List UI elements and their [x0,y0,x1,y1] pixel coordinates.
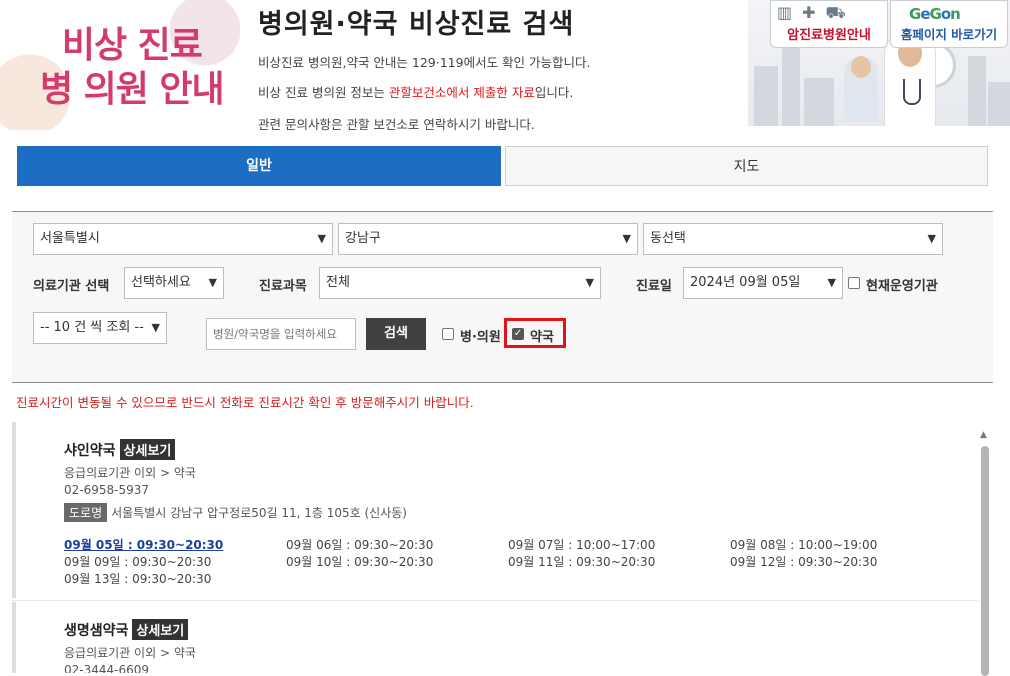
chevron-down-icon: ▼ [208,276,217,289]
page-size-value: -- 10 건 씩 조회 -- [40,320,144,335]
institution-select[interactable]: 선택하세요 ▼ [124,267,224,299]
list-item: 샤인약국 상세보기 응급의료기관 이외 > 약국 02-6958-5937 도로명… [12,422,982,598]
results-scrollbar[interactable]: ▲ [978,430,992,676]
detail-button[interactable]: 상세보기 [132,619,189,640]
doctor-illustration [844,56,878,122]
info-line-2: 비상 진료 병의원 정보는 관할보건소에서 제출한 자료입니다. [258,82,573,101]
scroll-up-icon[interactable]: ▲ [980,430,987,440]
chevron-down-icon: ▼ [317,232,326,245]
logo-line-1: 비상 진료 [61,25,203,66]
tab-general[interactable]: 일반 [17,146,501,186]
stethoscope-icon [903,79,921,105]
info-line-2-pre: 비상 진료 병의원 정보는 [258,85,389,100]
detail-button[interactable]: 상세보기 [119,439,176,460]
list-item: 생명샘약국 상세보기 응급의료기관 이외 > 약국 02-3444-6609 [12,602,982,673]
chevron-down-icon: ▼ [827,276,836,289]
hospital-checkbox[interactable] [442,328,454,340]
page-title: 병의원·약국 비상진료 검색 [258,9,575,40]
hospital-checkbox-label: 병·의원 [460,330,501,345]
date-select[interactable]: 2024년 09월 05일 ▼ [683,267,843,299]
pharmacy-name-text: 생명샘약국 [64,623,129,639]
date-select-value: 2024년 09월 05일 [690,275,801,290]
institution-label: 의료기관 선택 [33,279,110,294]
address-text: 서울특별시 강남구 압구정로50길 11, 1층 105호 (신사동) [111,506,407,520]
cancer-hospital-button[interactable]: ▥✚⛟ 암진료병원안내 [770,0,888,48]
header: 비상 진료 병 의원 안내 병의원·약국 비상진료 검색 비상진료 병의원,약국… [0,0,1010,132]
notice-text: 진료시간이 변동될 수 있으므로 반드시 전화로 진료시간 확인 후 방문해주시… [16,395,474,410]
header-banner: ▥✚⛟ 암진료병원안내 GeGon 홈페이지 바로가기 [748,0,1010,126]
homepage-button[interactable]: GeGon 홈페이지 바로가기 [890,0,1008,48]
city-select[interactable]: 서울특별시 ▼ [33,223,333,255]
address-line: 도로명 서울특별시 강남구 압구정로50길 11, 1층 105호 (신사동) [64,503,407,522]
pharmacy-name: 생명샘약국 상세보기 [64,619,189,640]
category-text: 응급의료기관 이외 > 약국 [64,646,196,660]
building-graphic [988,82,1010,126]
info-line-2-highlight: 관할보건소에서 제출한 자료 [388,85,535,100]
category-text: 응급의료기관 이외 > 약국 [64,466,196,480]
dong-select[interactable]: 동선택 ▼ [643,223,943,255]
hours-entry: 09월 12일 : 09:30~20:30 [730,555,878,569]
chevron-down-icon: ▼ [927,232,936,245]
city-select-value: 서울특별시 [40,231,100,246]
department-select-value: 전체 [326,275,350,290]
highlight-box [504,318,566,348]
page-size-select[interactable]: -- 10 건 씩 조회 -- ▼ [33,312,167,344]
chevron-down-icon: ▼ [622,232,631,245]
phone-text: 02-3444-6609 [64,663,150,673]
department-select[interactable]: 전체 ▼ [319,267,601,299]
hours-entry: 09월 06일 : 09:30~20:30 [286,538,434,552]
hours-entry: 09월 11일 : 09:30~20:30 [508,555,656,569]
hours-entry: 09월 10일 : 09:30~20:30 [286,555,434,569]
road-badge: 도로명 [64,503,108,522]
pharmacy-name-text: 샤인약국 [64,443,116,459]
district-select-value: 강남구 [345,231,381,246]
dong-select-value: 동선택 [650,231,686,246]
hours-entry: 09월 08일 : 10:00~19:00 [730,538,878,552]
hours-today[interactable]: 09월 05일 : 09:30~20:30 [64,536,223,553]
district-select[interactable]: 강남구 ▼ [338,223,638,255]
building-graphic [754,66,778,126]
hours-entry: 09월 07일 : 10:00~17:00 [508,538,656,552]
current-operating-label: 현재운영기관 [866,279,938,294]
chevron-down-icon: ▼ [585,276,594,289]
building-graphic [804,78,834,126]
hours-entry: 09월 13일 : 09:30~20:30 [64,572,212,586]
info-line-3: 관련 문의사항은 관할 보건소로 연락하시기 바랍니다. [258,117,535,132]
pharmacy-name: 샤인약국 상세보기 [64,439,176,460]
scrollbar-thumb[interactable] [981,446,989,676]
hospital-icon: ▥✚⛟ [777,3,856,22]
divider [12,600,978,601]
building-graphic [782,40,800,126]
chevron-down-icon: ▼ [151,321,160,334]
current-operating-checkbox[interactable] [848,277,860,289]
search-button[interactable]: 검색 [366,318,426,350]
hours-entry: 09월 09일 : 09:30~20:30 [64,555,212,569]
name-search-input[interactable]: 병원/약국명을 입력하세요 [206,318,356,350]
tab-map[interactable]: 지도 [505,146,988,186]
logo-line-2: 병 의원 안내 [40,69,225,110]
info-line-1: 비상진료 병의원,약국 안내는 129·119에서도 확인 가능합니다. [258,55,591,70]
homepage-logo: GeGon [909,5,961,23]
cancer-hospital-label: 암진료병원안내 [787,28,871,43]
logo: 비상 진료 병 의원 안내 [40,24,225,112]
building-graphic [968,56,986,126]
institution-select-value: 선택하세요 [131,275,191,290]
date-label: 진료일 [636,279,672,294]
department-label: 진료과목 [259,279,307,294]
homepage-label: 홈페이지 바로가기 [900,27,998,42]
info-line-2-post: 입니다. [534,85,574,100]
results-list: 샤인약국 상세보기 응급의료기관 이외 > 약국 02-6958-5937 도로명… [12,422,993,673]
phone-text: 02-6958-5937 [64,483,150,497]
